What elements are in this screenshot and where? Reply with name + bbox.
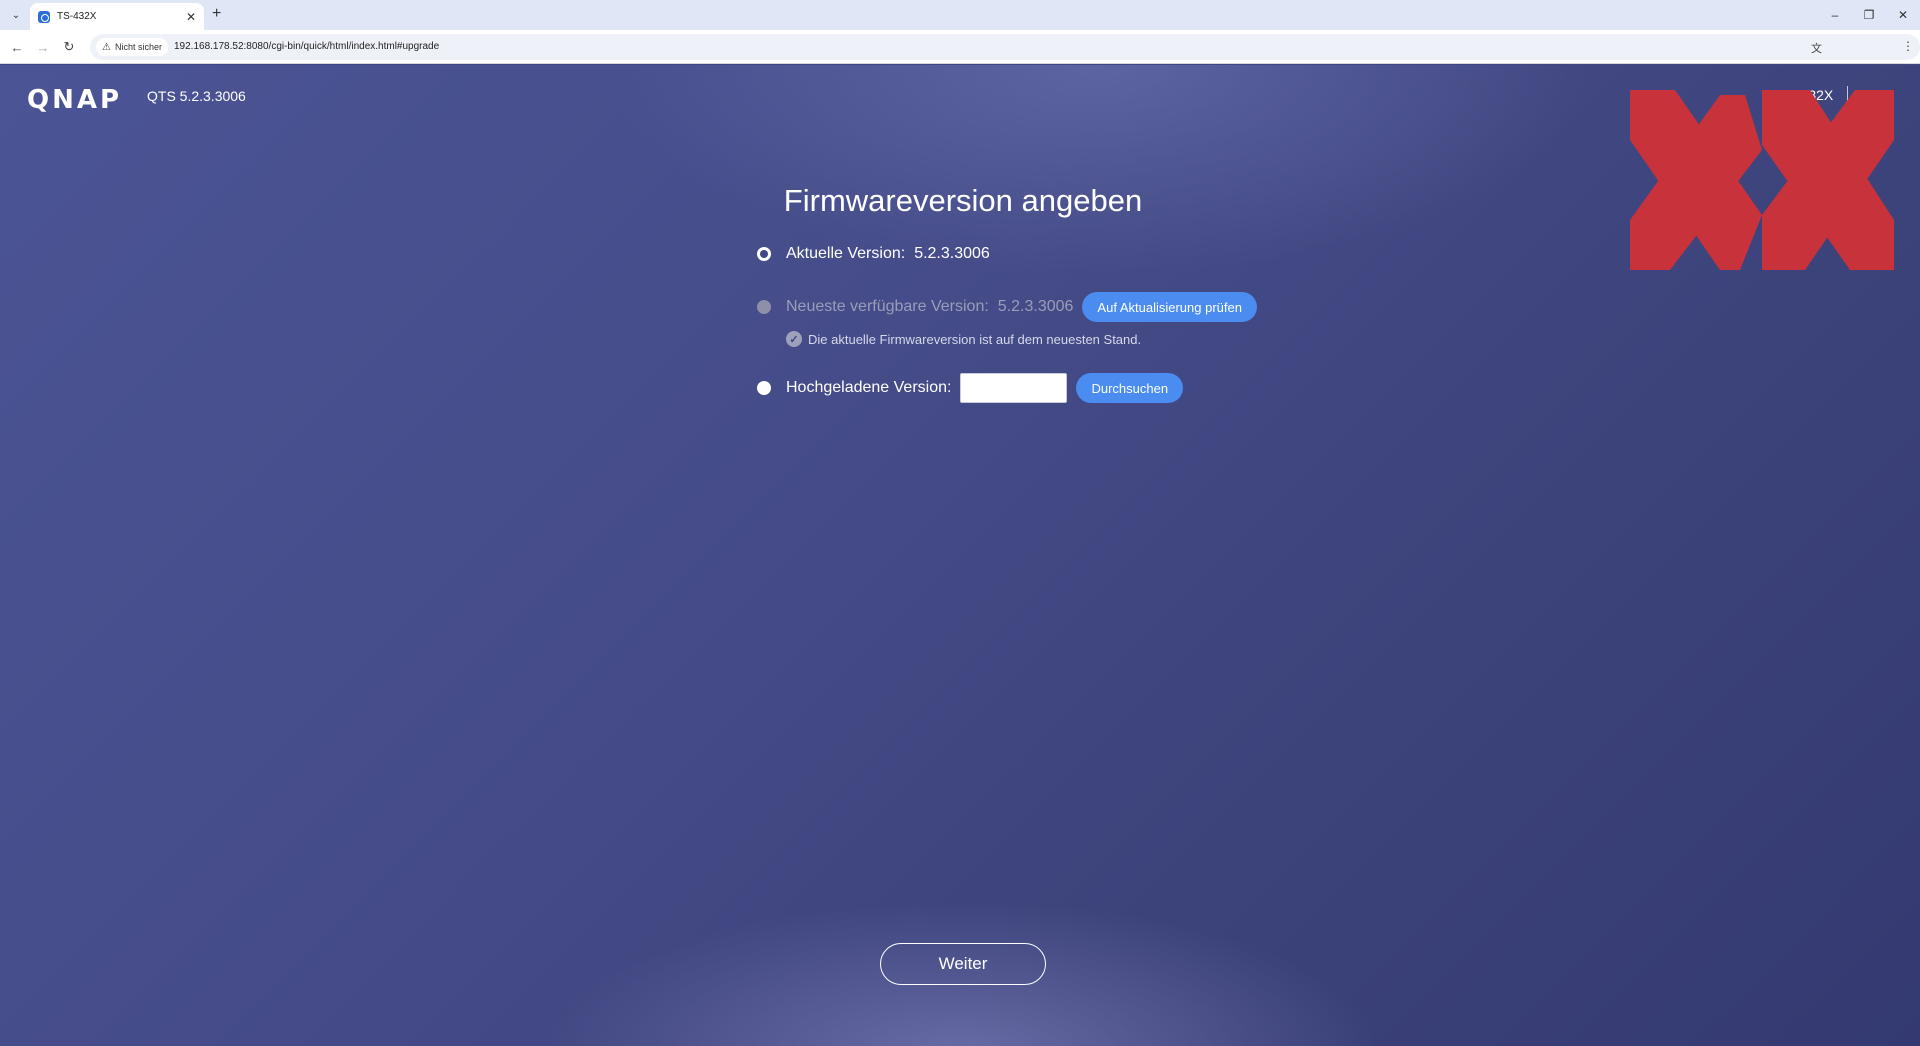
favicon-icon bbox=[38, 10, 50, 23]
current-version-label: Aktuelle Version: bbox=[786, 245, 906, 262]
tab-title: TS-432X bbox=[57, 11, 97, 22]
forward-icon[interactable]: → bbox=[34, 38, 52, 56]
close-icon[interactable]: ✕ bbox=[1886, 0, 1920, 30]
warning-icon: ⚠ bbox=[102, 41, 111, 53]
uploaded-version-label: Hochgeladene Version: bbox=[786, 379, 952, 396]
menu-icon[interactable]: ⋮ bbox=[1902, 39, 1914, 53]
check-update-button[interactable]: Auf Aktualisierung prüfen bbox=[1082, 292, 1257, 322]
latest-version-value: 5.2.3.3006 bbox=[997, 298, 1074, 315]
radio-latest[interactable] bbox=[757, 300, 771, 314]
radio-uploaded[interactable] bbox=[757, 381, 771, 395]
os-version: QTS 5.2.3.3006 bbox=[147, 88, 246, 104]
minimize-icon[interactable]: – bbox=[1818, 0, 1852, 30]
url-text[interactable]: 192.168.178.52:8080/cgi-bin/quick/html/i… bbox=[174, 41, 439, 52]
qnap-setup-page: QNAP QTS 5.2.3.3006 32X ch▼ Firmwarevers… bbox=[0, 65, 1920, 1046]
browser-tab[interactable]: TS-432X ✕ bbox=[30, 3, 204, 30]
option-current-version[interactable]: Aktuelle Version: 5.2.3.3006 bbox=[757, 245, 990, 263]
security-label: Nicht sicher bbox=[114, 42, 162, 52]
new-tab-button[interactable]: + bbox=[212, 5, 221, 23]
restore-icon[interactable]: ❐ bbox=[1852, 0, 1886, 30]
security-chip[interactable]: ⚠ Nicht sicher bbox=[96, 38, 168, 56]
current-version-value: 5.2.3.3006 bbox=[914, 245, 990, 262]
check-circle-icon: ✓ bbox=[786, 331, 802, 347]
browser-toolbar: ← → ↻ ⚠ Nicht sicher 192.168.178.52:8080… bbox=[0, 30, 1920, 64]
qnap-logo: QNAP bbox=[27, 85, 123, 115]
tab-close-icon[interactable]: ✕ bbox=[186, 10, 196, 24]
latest-version-label: Neueste verfügbare Version: bbox=[786, 298, 989, 315]
browse-button[interactable]: Durchsuchen bbox=[1076, 373, 1184, 403]
tab-search-icon[interactable]: ⌄ bbox=[6, 6, 26, 24]
option-latest-version[interactable]: Neueste verfügbare Version: 5.2.3.3006 A… bbox=[757, 292, 1257, 322]
status-message-row: ✓ Die aktuelle Firmwareversion ist auf d… bbox=[786, 331, 1141, 347]
address-bar[interactable]: ⚠ Nicht sicher 192.168.178.52:8080/cgi-b… bbox=[90, 34, 1920, 60]
radio-current[interactable] bbox=[757, 247, 771, 261]
option-uploaded-version[interactable]: Hochgeladene Version: Durchsuchen bbox=[757, 373, 1184, 403]
reload-icon[interactable]: ↻ bbox=[60, 38, 78, 56]
browser-tabstrip: ⌄ TS-432X ✕ + – ❐ ✕ bbox=[0, 0, 1920, 30]
next-button[interactable]: Weiter bbox=[880, 943, 1046, 985]
page-title: Firmwareversion angeben bbox=[783, 183, 1143, 218]
status-message: Die aktuelle Firmwareversion ist auf dem… bbox=[808, 331, 1142, 347]
window-controls: – ❐ ✕ bbox=[1818, 0, 1920, 30]
back-icon[interactable]: ← bbox=[8, 38, 26, 56]
translate-icon[interactable]: 文 bbox=[1811, 40, 1822, 56]
firmware-file-field[interactable] bbox=[960, 373, 1068, 403]
red-cross-overlay bbox=[1630, 90, 1894, 270]
